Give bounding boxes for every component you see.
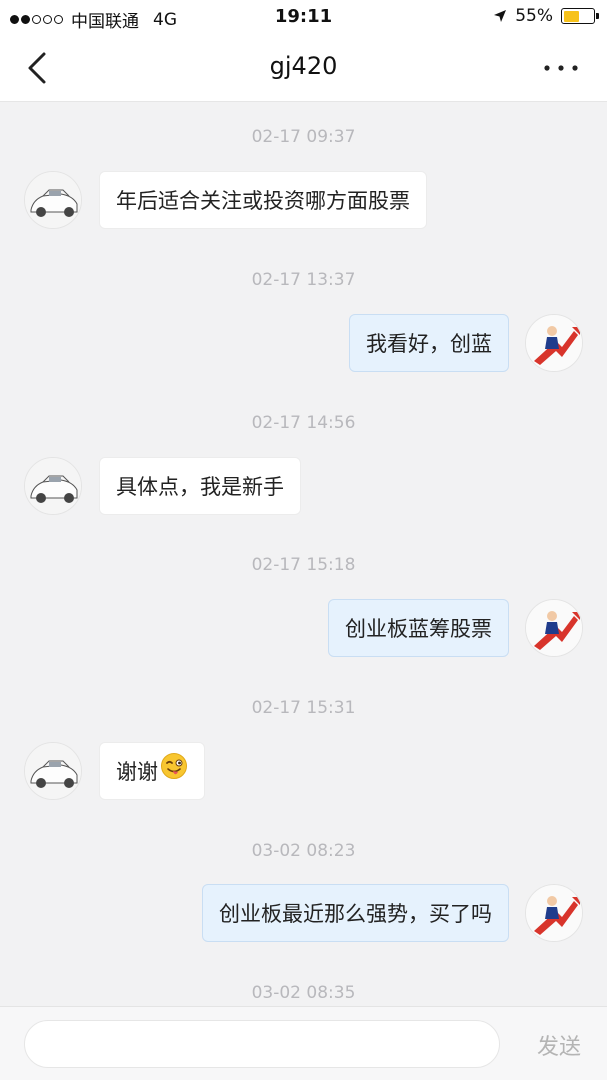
car-avatar-icon: [25, 743, 81, 799]
stock-arrow-avatar-icon: [526, 885, 582, 941]
more-button[interactable]: [541, 58, 581, 78]
message-text: 谢谢: [116, 760, 158, 784]
message-bubble-incoming[interactable]: 谢谢: [99, 742, 205, 800]
user-avatar[interactable]: [525, 884, 583, 942]
message-bubble-outgoing[interactable]: 创业板最近那么强势，买了吗: [202, 884, 509, 942]
message-bubble-incoming[interactable]: 具体点，我是新手: [99, 457, 301, 515]
contact-avatar[interactable]: [24, 742, 82, 800]
user-avatar[interactable]: [525, 314, 583, 372]
battery-icon: [561, 8, 599, 24]
stock-arrow-avatar-icon: [526, 600, 582, 656]
send-button[interactable]: 发送: [537, 1029, 581, 1061]
car-avatar-icon: [25, 172, 81, 228]
message-timestamp: 03-02 08:35: [251, 983, 356, 1003]
message-timestamp: 02-17 14:56: [251, 413, 356, 433]
message-timestamp: 03-02 08:23: [251, 841, 356, 861]
location-arrow-icon: [494, 10, 507, 22]
message-timestamp: 02-17 15:18: [251, 555, 356, 575]
message-bubble-outgoing[interactable]: 创业板蓝筹股票: [328, 599, 509, 657]
message-bubble-incoming[interactable]: 年后适合关注或投资哪方面股票: [99, 171, 427, 229]
more-dots-icon: [544, 65, 578, 71]
chat-title: gj420: [269, 52, 338, 80]
message-input[interactable]: [24, 1020, 500, 1068]
user-avatar[interactable]: [525, 599, 583, 657]
message-timestamp: 02-17 09:37: [251, 127, 356, 147]
contact-avatar[interactable]: [24, 171, 82, 229]
message-list[interactable]: 02-17 09:37 年后适合关注或投资哪方面股票 02-17 13:37 我…: [0, 103, 607, 1006]
message-input-bar: 发送: [0, 1006, 607, 1080]
car-avatar-icon: [25, 458, 81, 514]
winking-tongue-emoji-icon: [160, 744, 188, 802]
message-timestamp: 02-17 15:31: [251, 698, 356, 718]
nav-bar: gj420: [0, 34, 607, 102]
contact-avatar[interactable]: [24, 457, 82, 515]
message-bubble-outgoing[interactable]: 我看好，创蓝: [349, 314, 509, 372]
stock-arrow-avatar-icon: [526, 315, 582, 371]
status-bar: 中国联通 4G 19:11 55%: [0, 0, 607, 34]
message-timestamp: 02-17 13:37: [251, 270, 356, 290]
battery-percent: 55%: [515, 6, 553, 26]
